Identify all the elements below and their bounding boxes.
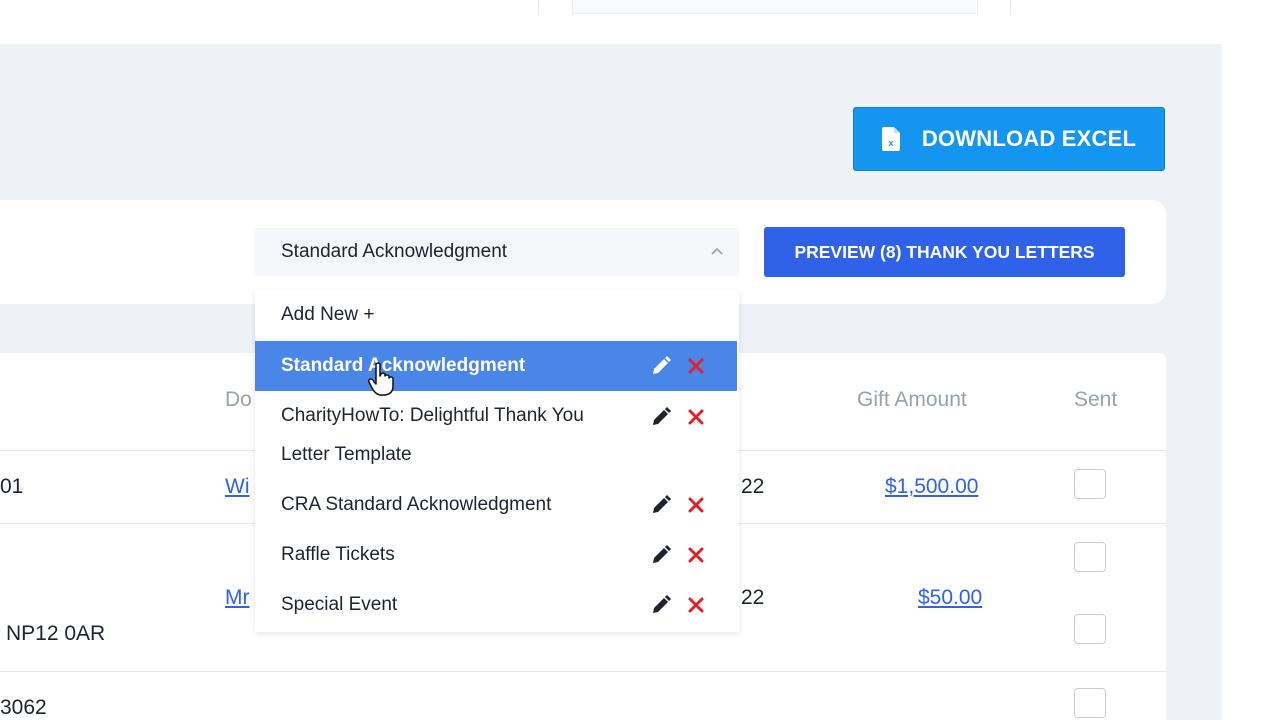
excel-file-icon: x xyxy=(881,127,900,151)
row-1-amount-link[interactable]: $1,500.00 xyxy=(885,475,978,499)
delete-x-icon[interactable] xyxy=(687,596,705,614)
menu-item-label: Special Event xyxy=(281,594,398,615)
table-divider xyxy=(0,671,1166,672)
menu-item-label: CRA Standard Acknowledgment xyxy=(281,494,552,515)
template-select[interactable]: Standard Acknowledgment xyxy=(255,228,739,276)
svg-text:x: x xyxy=(888,138,893,148)
menu-item-special-event[interactable]: Special Event xyxy=(255,580,737,630)
row-1-ref: 01 xyxy=(0,475,24,498)
pencil-icon[interactable] xyxy=(651,495,671,515)
menu-item-charityhowto-template[interactable]: CharityHowTo: Delightful Thank You Lette… xyxy=(255,391,737,479)
pencil-icon[interactable] xyxy=(651,356,671,376)
row-2-date: 22 xyxy=(741,586,765,609)
menu-item-label: Raffle Tickets xyxy=(281,544,395,565)
pencil-icon[interactable] xyxy=(651,407,671,427)
row-2b-sent-checkbox[interactable] xyxy=(1074,614,1106,644)
header-divider xyxy=(1010,0,1011,14)
preview-letters-button[interactable]: PREVIEW (8) THANK YOU LETTERS xyxy=(764,227,1125,277)
menu-item-label-line2: Letter Template xyxy=(281,444,412,465)
delete-x-icon[interactable] xyxy=(687,408,705,426)
menu-item-label: Add New + xyxy=(281,304,375,325)
template-dropdown-menu: Add New + Standard Acknowledgment Charit… xyxy=(255,290,739,632)
menu-item-label-line1: CharityHowTo: Delightful Thank You xyxy=(281,405,584,426)
delete-x-icon[interactable] xyxy=(687,357,705,375)
chevron-up-icon xyxy=(711,247,723,255)
pencil-icon[interactable] xyxy=(651,595,671,615)
row-2-address: NP12 0AR xyxy=(6,622,106,645)
menu-item-cra-standard-acknowledgment[interactable]: CRA Standard Acknowledgment xyxy=(255,480,737,530)
download-excel-button[interactable]: x DOWNLOAD EXCEL xyxy=(853,107,1165,171)
row-2-sent-checkbox[interactable] xyxy=(1074,542,1106,572)
template-select-value: Standard Acknowledgment xyxy=(281,241,508,262)
hand-cursor-icon xyxy=(368,362,394,396)
header-search-box[interactable] xyxy=(572,0,978,14)
row-1-date: 22 xyxy=(741,475,765,498)
delete-x-icon[interactable] xyxy=(687,496,705,514)
download-excel-label: DOWNLOAD EXCEL xyxy=(921,126,1137,151)
top-header xyxy=(0,0,1222,44)
row-1-donor-link[interactable]: Wi xyxy=(225,475,250,499)
header-gift-amount: Gift Amount xyxy=(857,388,967,411)
header-divider xyxy=(538,0,539,14)
pencil-icon[interactable] xyxy=(651,545,671,565)
row-3-sent-checkbox[interactable] xyxy=(1074,688,1106,718)
right-margin xyxy=(1222,0,1280,720)
row-3-phone: 3062 xyxy=(0,696,47,719)
row-2-amount-link[interactable]: $50.00 xyxy=(918,586,982,610)
menu-item-raffle-tickets[interactable]: Raffle Tickets xyxy=(255,530,737,580)
menu-item-standard-acknowledgment[interactable]: Standard Acknowledgment xyxy=(255,341,737,391)
header-sent: Sent xyxy=(1074,388,1118,411)
menu-item-label: Standard Acknowledgment xyxy=(281,355,526,376)
row-2-donor-link[interactable]: Mr xyxy=(225,586,250,610)
menu-item-add-new[interactable]: Add New + xyxy=(255,290,737,340)
delete-x-icon[interactable] xyxy=(687,546,705,564)
preview-letters-label: PREVIEW (8) THANK YOU LETTERS xyxy=(794,241,1095,262)
header-donor: Do xyxy=(225,388,252,411)
row-1-sent-checkbox[interactable] xyxy=(1074,469,1106,499)
